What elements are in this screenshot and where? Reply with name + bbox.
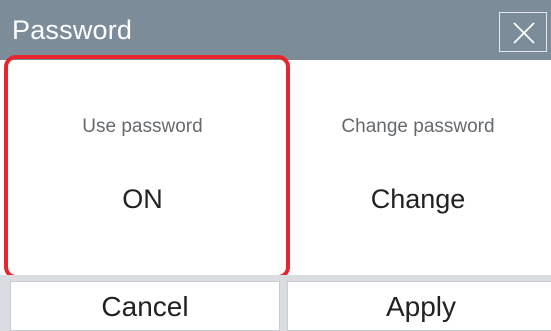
apply-button[interactable]: Apply	[287, 281, 551, 331]
close-button[interactable]	[499, 12, 547, 52]
close-icon	[513, 22, 535, 44]
cancel-button[interactable]: Cancel	[10, 281, 280, 331]
use-password-value: ON	[122, 184, 163, 214]
options-area: Use password ON Change password Change	[0, 60, 551, 275]
change-password-value: Change	[370, 184, 466, 214]
change-password-label: Change password	[341, 116, 495, 137]
use-password-label: Use password	[82, 116, 203, 137]
use-password-option[interactable]: Use password ON	[0, 60, 285, 275]
password-dialog: Password Use password ON Change password…	[0, 0, 551, 331]
dialog-footer: Cancel Apply	[0, 275, 551, 331]
title-bar: Password	[0, 0, 551, 60]
dialog-title: Password	[12, 15, 133, 45]
change-password-option[interactable]: Change password Change	[285, 60, 551, 275]
